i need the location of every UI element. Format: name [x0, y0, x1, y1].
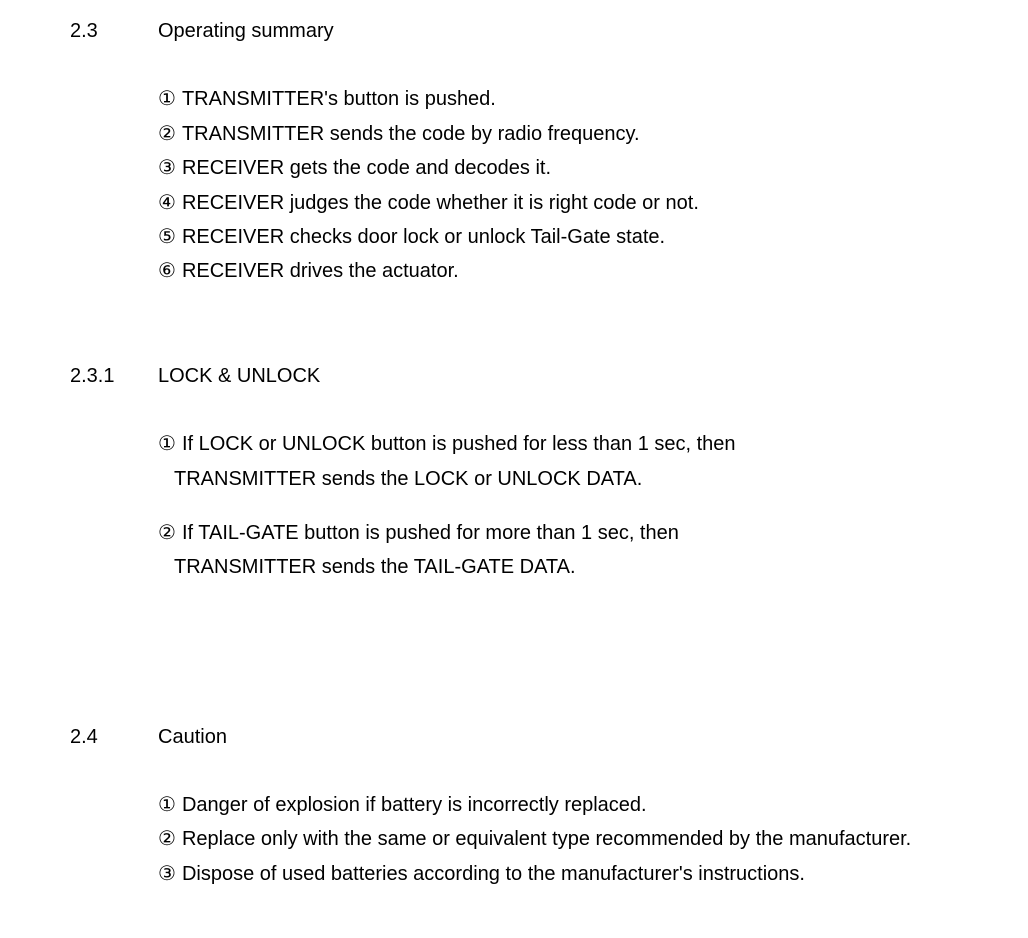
list-item-text: TRANSMITTER sends the code by radio freq…: [182, 117, 640, 151]
section-header-2-3-1: 2.3.1 LOCK & UNLOCK: [0, 359, 1028, 393]
list-item-text: TRANSMITTER's button is pushed.: [182, 82, 496, 116]
list-2-3-1: ① If LOCK or UNLOCK button is pushed for…: [0, 427, 1028, 585]
circled-number-icon: ②: [158, 117, 176, 151]
list-item: ② Replace only with the same or equivale…: [158, 822, 1028, 856]
list-item: ④ RECEIVER judges the code whether it is…: [158, 186, 1028, 220]
list-item: ② If TAIL-GATE button is pushed for more…: [158, 516, 1028, 585]
circled-number-icon: ①: [158, 788, 176, 822]
list-item-text: If TAIL-GATE button is pushed for more t…: [182, 516, 679, 550]
list-item-text: Dispose of used batteries according to t…: [182, 857, 805, 891]
circled-number-icon: ①: [158, 427, 176, 461]
section-title: LOCK & UNLOCK: [150, 359, 320, 393]
list-item: ② TRANSMITTER sends the code by radio fr…: [158, 117, 1028, 151]
section-number: 2.3: [0, 14, 150, 48]
list-item-text: RECEIVER judges the code whether it is r…: [182, 186, 699, 220]
list-2-4: ① Danger of explosion if battery is inco…: [0, 788, 1028, 891]
circled-number-icon: ①: [158, 82, 176, 116]
section-title: Caution: [150, 720, 227, 754]
circled-number-icon: ②: [158, 822, 176, 856]
circled-number-icon: ⑤: [158, 220, 176, 254]
section-number: 2.4: [0, 720, 150, 754]
list-item: ⑥ RECEIVER drives the actuator.: [158, 254, 1028, 288]
list-item-text: RECEIVER checks door lock or unlock Tail…: [182, 220, 665, 254]
list-item-text: RECEIVER drives the actuator.: [182, 254, 459, 288]
circled-number-icon: ③: [158, 151, 176, 185]
list-2-3: ① TRANSMITTER's button is pushed. ② TRAN…: [0, 82, 1028, 288]
section-number: 2.3.1: [0, 359, 150, 393]
list-item-text: Danger of explosion if battery is incorr…: [182, 788, 647, 822]
circled-number-icon: ②: [158, 516, 176, 550]
section-header-2-3: 2.3 Operating summary: [0, 14, 1028, 48]
list-item-text: If LOCK or UNLOCK button is pushed for l…: [182, 427, 736, 461]
list-item-text: RECEIVER gets the code and decodes it.: [182, 151, 551, 185]
list-item: ③ Dispose of used batteries according to…: [158, 857, 1028, 891]
list-item-text: Replace only with the same or equivalent…: [182, 822, 911, 856]
list-item-continuation: TRANSMITTER sends the LOCK or UNLOCK DAT…: [158, 462, 1028, 496]
section-header-2-4: 2.4 Caution: [0, 720, 1028, 754]
circled-number-icon: ③: [158, 857, 176, 891]
section-title: Operating summary: [150, 14, 334, 48]
list-item: ① Danger of explosion if battery is inco…: [158, 788, 1028, 822]
list-item: ① If LOCK or UNLOCK button is pushed for…: [158, 427, 1028, 496]
list-item-continuation: TRANSMITTER sends the TAIL-GATE DATA.: [158, 550, 1028, 584]
circled-number-icon: ⑥: [158, 254, 176, 288]
circled-number-icon: ④: [158, 186, 176, 220]
list-item: ① TRANSMITTER's button is pushed.: [158, 82, 1028, 116]
list-item: ⑤ RECEIVER checks door lock or unlock Ta…: [158, 220, 1028, 254]
list-item: ③ RECEIVER gets the code and decodes it.: [158, 151, 1028, 185]
